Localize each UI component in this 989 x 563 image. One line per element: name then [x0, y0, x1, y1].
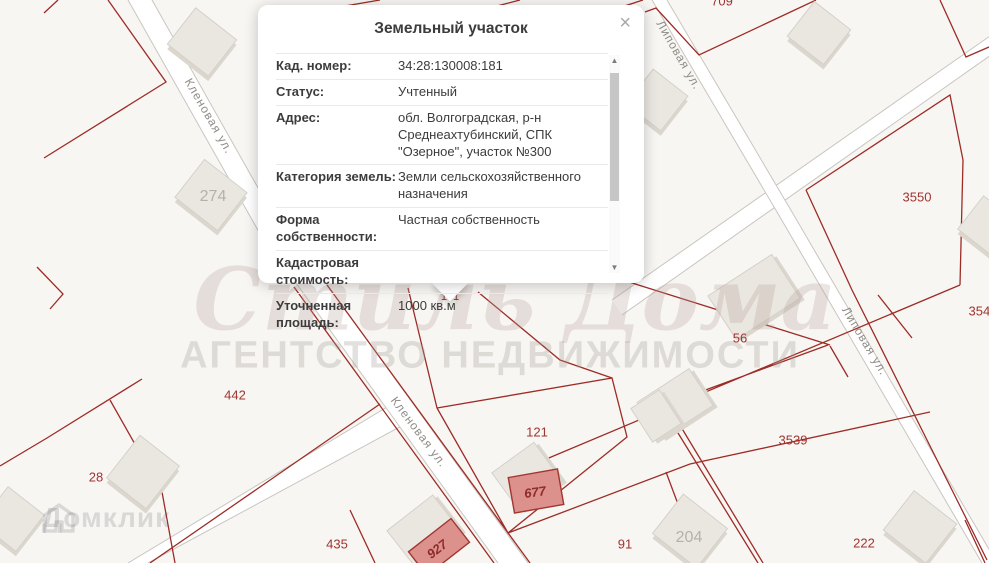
attribute-value: Учтенный [398, 83, 458, 99]
attribute-value: 34:28:130008:181 [398, 58, 503, 73]
attribute-row: Адрес: обл. Волгоградская, р-н Среднеахту… [276, 104, 608, 165]
parcel-info-popup: × Земельный участок Кад. номер: 34:28:130… [258, 5, 644, 330]
cadastral-map[interactable]: Кленовая ул. Кленовая ул. Липовая ул. Липов… [0, 0, 989, 563]
attribute-label: Кадастровая стоимость: [276, 255, 359, 287]
scroll-up-icon[interactable]: ▲ [609, 55, 620, 66]
attribute-row: Кад. номер: 34:28:130008:181 [276, 53, 608, 79]
street-east-west [611, 36, 989, 316]
attribute-label: Адрес: [276, 109, 321, 125]
attribute-value: 1000 кв.м [398, 297, 456, 313]
attribute-row: Категория земель: Земли сельскохозяйствен… [276, 164, 608, 207]
attribute-label: Статус: [276, 83, 325, 99]
attribute-label: Кад. номер: [276, 58, 352, 73]
scrollbar-thumb[interactable] [610, 73, 619, 201]
attribute-label: Уточненная площадь: [276, 297, 352, 330]
attribute-label: Форма собственности: [276, 212, 378, 245]
attribute-value: Частная собственность [398, 212, 540, 228]
close-icon[interactable]: × [615, 9, 635, 37]
attribute-label: Категория земель: [276, 169, 397, 185]
scroll-down-icon[interactable]: ▼ [609, 262, 620, 273]
attribute-value: Земли сельскохозяйственного назначения [398, 169, 581, 202]
attribute-value [398, 255, 608, 289]
parcel-attributes: Кад. номер: 34:28:130008:181 Статус: Учтенн… [276, 53, 608, 336]
popup-title: Земельный участок [374, 20, 528, 37]
attribute-row: Уточненная площадь: 1000 кв.м [276, 292, 608, 336]
attribute-value: обл. Волгоградская, р-н Среднеахтубински… [398, 109, 553, 159]
popup-scrollbar[interactable]: ▲ ▼ [609, 55, 620, 273]
attribute-row: Кадастровая стоимость: [276, 250, 608, 293]
attribute-row: Форма собственности: Частная собственност… [276, 207, 608, 250]
attribute-row: Статус: Учтенный [276, 78, 608, 105]
